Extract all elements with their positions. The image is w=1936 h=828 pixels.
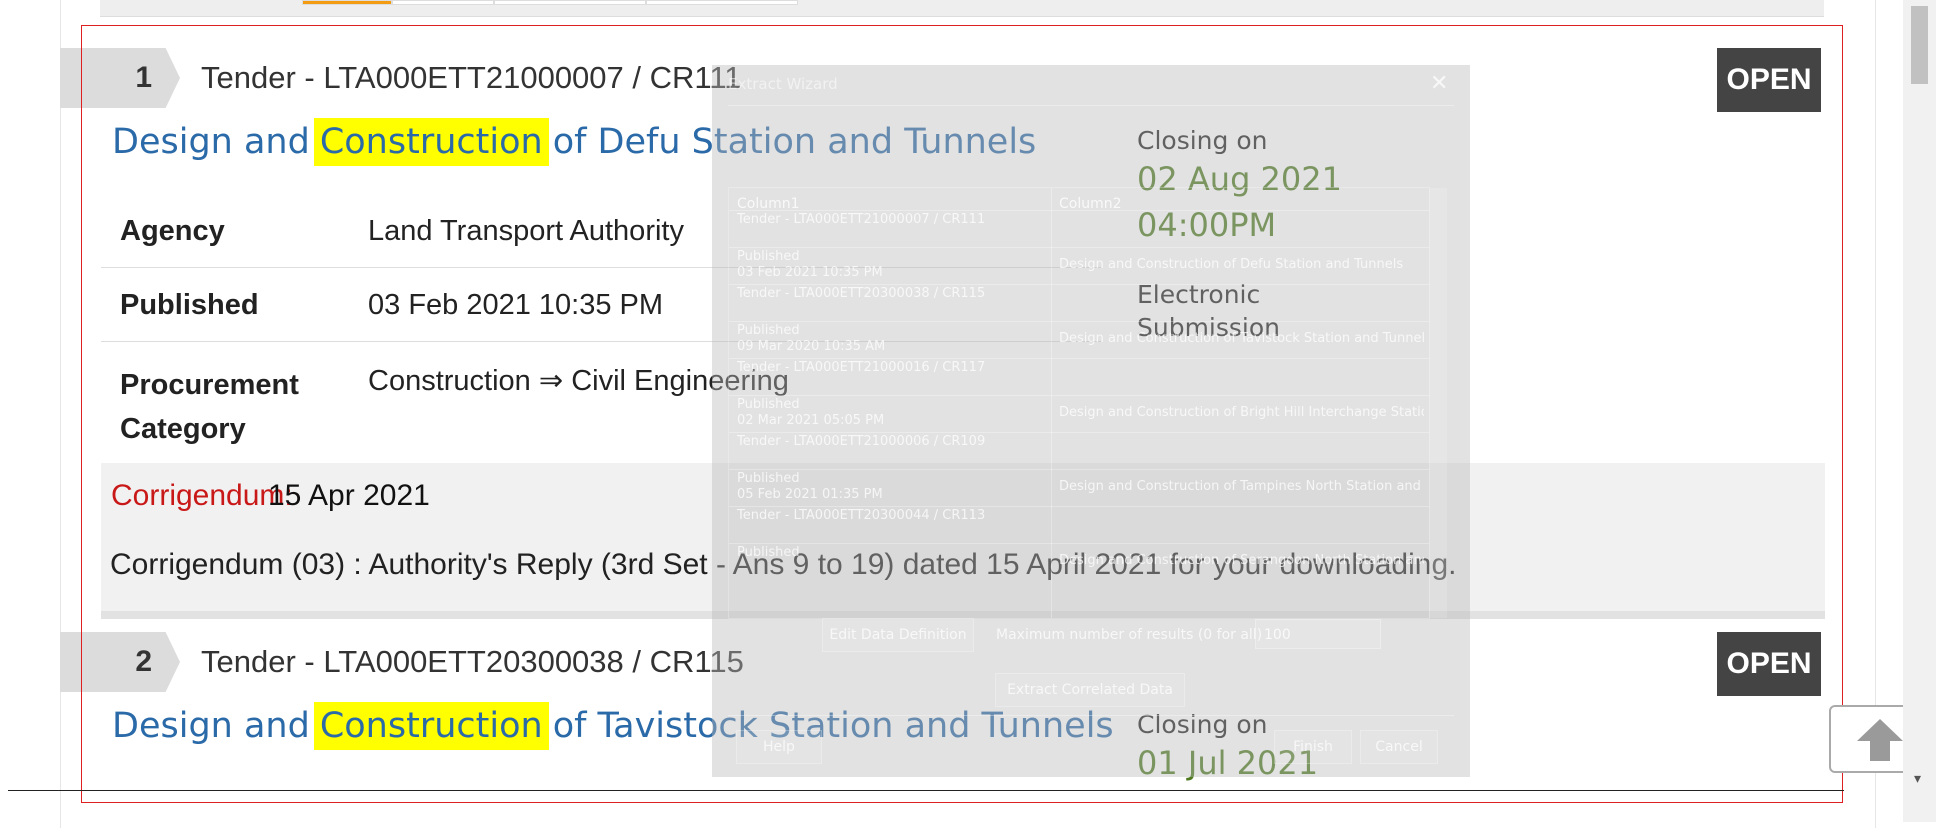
grid-cell[interactable]: Published 09 Mar 2020 10:35 AM	[737, 323, 885, 355]
grid-cell[interactable]: Design and Construction of Tampines Nort…	[1059, 479, 1424, 494]
grid-cell[interactable]: Published 05 Feb 2021 01:35 PM	[737, 471, 883, 503]
grid-row-divider	[729, 543, 1429, 544]
grid-cell[interactable]: Tender - LTA000ETT21000016 / CR117	[737, 360, 985, 376]
grid-row-divider	[729, 321, 1429, 322]
arrow-up-icon	[1857, 719, 1903, 761]
scrollbar-thumb[interactable]	[1911, 6, 1928, 84]
page-scrollbar[interactable]: ▾	[1903, 0, 1936, 822]
finish-button[interactable]: Finish	[1274, 730, 1352, 764]
grid-row-divider	[729, 247, 1429, 248]
edit-data-definition-button[interactable]: Edit Data Definition	[822, 618, 974, 652]
grid-cell[interactable]: Tender - LTA000ETT20300038 / CR115	[737, 286, 985, 302]
max-results-input[interactable]: 100	[1255, 619, 1381, 649]
cancel-button[interactable]: Cancel	[1360, 730, 1438, 764]
grid-row-divider	[729, 469, 1429, 470]
grid-cell[interactable]: Tender - LTA000ETT21000006 / CR109	[737, 434, 985, 450]
wizard-title: Extract Wizard	[728, 75, 838, 93]
grid-row-divider	[729, 210, 1429, 211]
grid-cell[interactable]: Tender - LTA000ETT21000007 / CR111	[737, 212, 985, 228]
grid-column-divider	[1051, 188, 1052, 618]
tab[interactable]	[494, 0, 646, 5]
max-results-label: Maximum number of results (0 for all)	[996, 627, 1263, 643]
grid-cell[interactable]: Published	[737, 545, 800, 561]
grid-cell[interactable]: Tender - LTA000ETT20300044 / CR113	[737, 508, 985, 524]
wizard-data-grid: Column1 Column2 Tender - LTA000ETT210000…	[728, 187, 1447, 619]
close-icon[interactable]: ✕	[1430, 71, 1448, 96]
grid-cell[interactable]: Design and Construction of Serangoon Nor…	[1059, 553, 1424, 568]
scroll-down-arrow-icon[interactable]: ▾	[1914, 770, 1921, 787]
divider	[728, 105, 1454, 106]
grid-row-divider	[729, 432, 1429, 433]
tab[interactable]	[392, 0, 494, 5]
tender-search-page: 1 Tender - LTA000ETT21000007 / CR111 OPE…	[0, 0, 1936, 828]
help-button[interactable]: Help	[736, 730, 822, 764]
grid-cell[interactable]: Published 02 Mar 2021 05:05 PM	[737, 397, 884, 429]
grid-row-divider	[729, 395, 1429, 396]
tab[interactable]	[646, 0, 798, 5]
grid-cell[interactable]: Published 03 Feb 2021 10:35 PM	[737, 249, 883, 281]
tab-active[interactable]	[302, 0, 392, 5]
extract-correlated-data-button[interactable]: Extract Correlated Data	[995, 673, 1185, 707]
divider	[8, 790, 1844, 791]
extract-wizard-dialog: Extract Wizard ✕ Column1 Column2 Tender …	[712, 65, 1470, 777]
grid-scrollbar[interactable]	[1429, 188, 1447, 618]
grid-cell[interactable]: Design and Construction of Tavistock Sta…	[1059, 331, 1424, 346]
divider	[728, 715, 1454, 716]
grid-row-divider	[729, 358, 1429, 359]
grid-cell[interactable]: Design and Construction of Defu Station …	[1059, 257, 1424, 272]
grid-row-divider	[729, 284, 1429, 285]
grid-cell[interactable]: Design and Construction of Bright Hill I…	[1059, 405, 1424, 420]
tabs-strip	[100, 0, 1824, 17]
grid-row-divider	[729, 506, 1429, 507]
